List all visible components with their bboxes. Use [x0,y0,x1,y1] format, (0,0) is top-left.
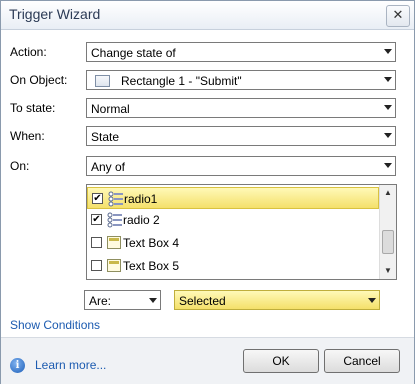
to-state-dropdown[interactable]: Normal [86,98,396,118]
text-box-icon [107,236,121,249]
list-item-label: Text Box 5 [123,259,180,273]
show-conditions-link[interactable]: Show Conditions [10,318,100,332]
when-value: State [91,130,120,144]
scroll-down-button[interactable]: ▼ [380,263,396,279]
on-dropdown[interactable]: Any of [86,156,396,176]
list-item-text-box-4[interactable]: Text Box 4 [87,232,379,254]
chevron-down-icon [384,105,392,110]
when-label: When: [10,129,45,143]
checkbox[interactable]: ✔ [92,193,103,204]
learn-more-link[interactable]: Learn more... [35,358,106,372]
state-dropdown[interactable]: Selected [174,290,380,310]
checkbox[interactable] [91,237,102,248]
chevron-down-icon [384,133,392,138]
action-dropdown[interactable]: Change state of [86,42,396,62]
chevron-down-icon [384,49,392,54]
text-box-icon [107,259,121,272]
vertical-scrollbar[interactable]: ▲ ▼ [379,185,396,279]
on-label: On: [10,159,30,173]
to-state-label: To state: [10,101,56,115]
trigger-wizard-window: Trigger Wizard ✕ Action: Change state of… [0,0,415,384]
window-title: Trigger Wizard [9,6,101,22]
scroll-thumb[interactable] [382,230,394,254]
on-value: Any of [91,160,126,174]
chevron-down-icon [368,298,376,303]
list-item-label: Text Box 4 [123,236,180,250]
ok-button[interactable]: OK [243,349,319,373]
chevron-down-icon [149,298,157,303]
object-checklist[interactable]: ✔ radio1 ✔ radio 2 Text Box 4 Text Box 5… [86,184,397,280]
scroll-up-button[interactable]: ▲ [380,185,396,201]
on-object-dropdown[interactable]: Rectangle 1 - "Submit" [86,70,396,90]
list-item-text-box-5[interactable]: Text Box 5 [87,255,379,277]
chevron-down-icon [384,163,392,168]
to-state-value: Normal [91,102,130,116]
info-icon: i [10,358,25,373]
radio-group-icon [108,191,123,207]
operator-value: Are: [89,294,112,308]
action-label: Action: [10,45,47,59]
action-value: Change state of [91,46,176,60]
chevron-down-icon [384,77,392,82]
list-item-label: radio 2 [123,213,160,227]
on-object-value: Rectangle 1 - "Submit" [121,74,242,88]
operator-dropdown[interactable]: Are: [84,290,161,310]
checkbox[interactable]: ✔ [91,214,102,225]
on-object-label: On Object: [10,73,68,87]
cancel-button[interactable]: Cancel [324,349,400,373]
rectangle-icon [95,75,110,87]
list-item-radio-2[interactable]: ✔ radio 2 [87,209,379,231]
state-value: Selected [179,294,226,308]
close-button[interactable]: ✕ [386,5,410,27]
when-dropdown[interactable]: State [86,126,396,146]
list-item-radio1[interactable]: ✔ radio1 [87,187,379,209]
checkbox[interactable] [91,260,102,271]
list-item-label: radio1 [124,192,158,206]
title-bar: Trigger Wizard ✕ [1,1,414,30]
radio-group-icon [107,212,122,228]
